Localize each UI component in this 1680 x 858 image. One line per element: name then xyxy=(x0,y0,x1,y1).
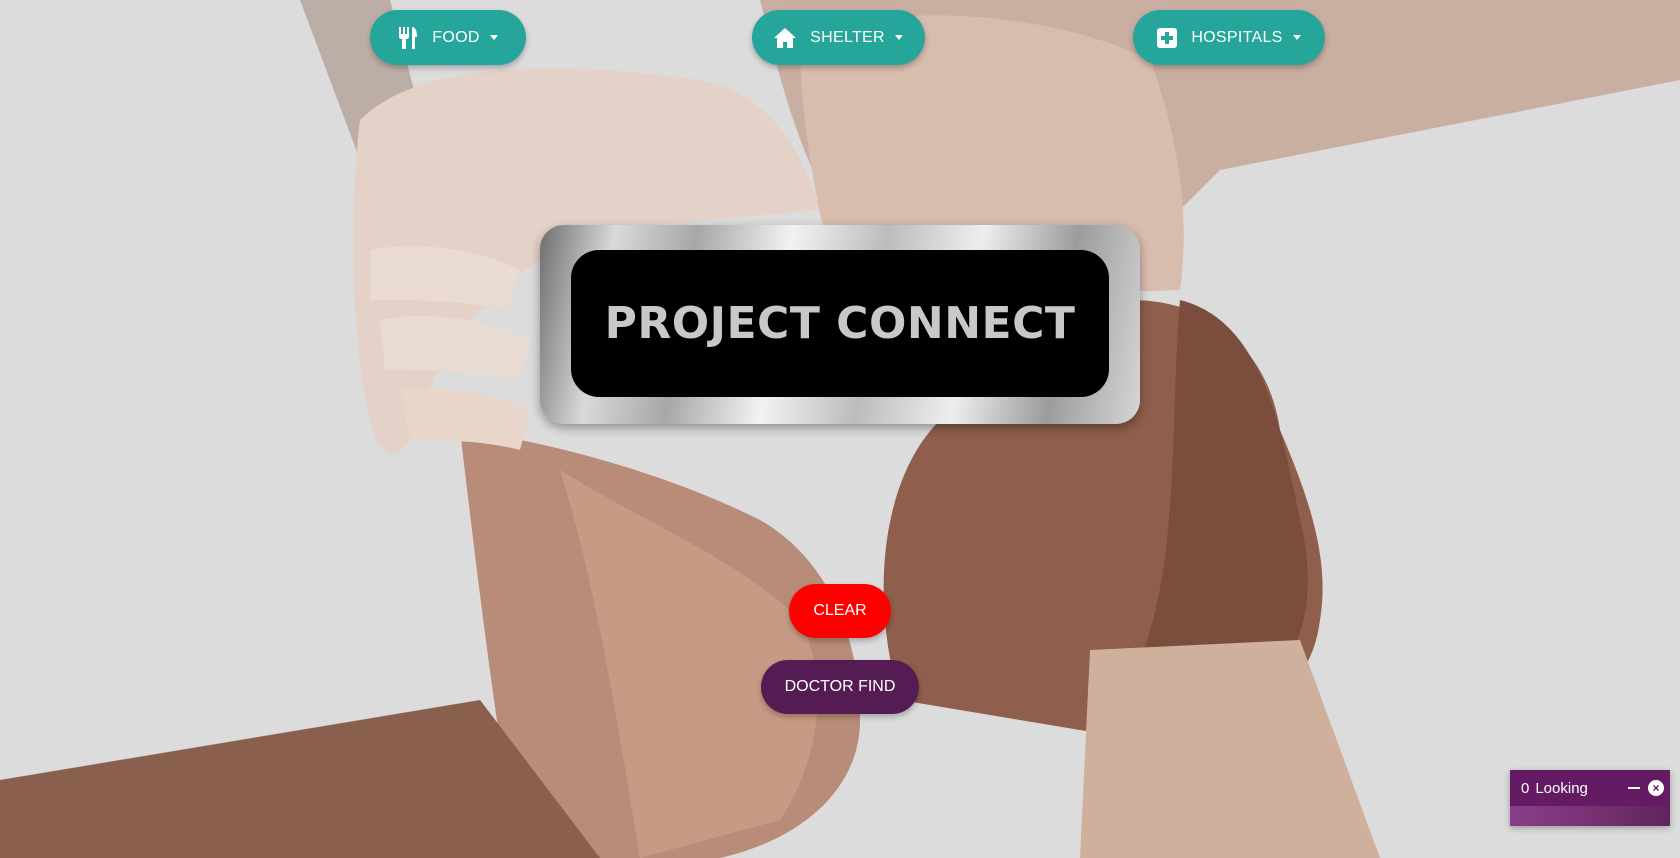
food-button-label: FOOD xyxy=(432,28,480,46)
food-dropdown-button[interactable]: FOOD xyxy=(370,10,526,65)
close-icon[interactable]: × xyxy=(1648,780,1664,796)
background-hands-image xyxy=(0,0,1680,858)
home-icon xyxy=(774,27,797,48)
doctor-find-button[interactable]: DOCTOR FIND xyxy=(761,660,919,714)
chevron-down-icon xyxy=(1292,35,1301,40)
title-plate-inner: PROJECT CONNECT xyxy=(571,250,1109,397)
chevron-down-icon xyxy=(489,35,498,40)
shelter-dropdown-button[interactable]: SHELTER xyxy=(752,10,925,65)
chat-input-bar[interactable] xyxy=(1510,806,1670,826)
hospital-plus-icon xyxy=(1157,27,1178,48)
title-plate: PROJECT CONNECT xyxy=(540,225,1140,424)
utensils-icon xyxy=(398,26,418,49)
clear-button[interactable]: CLEAR xyxy=(789,584,891,638)
shelter-button-label: SHELTER xyxy=(810,28,885,46)
page-title: PROJECT CONNECT xyxy=(604,298,1076,349)
minimize-icon[interactable] xyxy=(1628,787,1640,789)
chat-widget[interactable]: 0 Looking × xyxy=(1510,770,1670,826)
chat-header[interactable]: 0 Looking × xyxy=(1510,770,1670,806)
chevron-down-icon xyxy=(894,35,903,40)
chat-count: 0 xyxy=(1521,779,1530,797)
chat-title: Looking xyxy=(1535,779,1588,797)
hospitals-button-label: HOSPITALS xyxy=(1191,28,1283,46)
hospitals-dropdown-button[interactable]: HOSPITALS xyxy=(1133,10,1325,65)
